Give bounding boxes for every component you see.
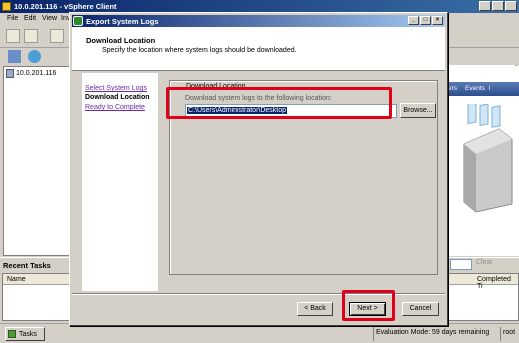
column-name[interactable]: Name: [7, 276, 26, 283]
tree-node-label: 10.0.201.116: [16, 70, 57, 77]
tasks-button[interactable]: Tasks: [5, 327, 45, 341]
wizard-content: Download Location Download system logs t…: [161, 73, 445, 291]
back-button[interactable]: < Back: [297, 302, 333, 316]
host-icon: [6, 69, 14, 78]
host-tab-strip: ers Events l: [448, 82, 519, 96]
vsphere-app-icon: [2, 2, 11, 11]
back-arrow-icon[interactable]: [6, 29, 20, 43]
tab-permissions[interactable]: l: [489, 85, 490, 92]
menu-edit[interactable]: Edit: [24, 15, 36, 22]
dialog-maximize-button[interactable]: □: [420, 16, 431, 25]
step-select-system-logs[interactable]: Select System Logs: [85, 85, 147, 92]
cancel-button[interactable]: Cancel: [402, 302, 439, 316]
step-ready-to-complete[interactable]: Ready to Complete: [85, 104, 145, 111]
server-illustration: [463, 104, 513, 213]
current-user: root: [503, 329, 516, 336]
download-location-group: Download Location Download system logs t…: [169, 80, 438, 275]
close-button[interactable]: [505, 1, 517, 11]
wizard-header: Download Location Specify the location w…: [72, 27, 445, 71]
wizard-step-title: Download Location: [86, 36, 156, 45]
clear-button[interactable]: Clear: [476, 259, 502, 270]
tasks-icon: [8, 330, 16, 338]
next-button[interactable]: Next >: [349, 302, 386, 316]
wizard-steps-nav: Select System Logs Download Location Rea…: [82, 73, 158, 291]
evaluation-status: Evaluation Mode: 59 days remaining: [376, 329, 490, 336]
maximize-button[interactable]: [492, 1, 504, 11]
dialog-minimize-button[interactable]: _: [408, 16, 419, 25]
column-completed-time[interactable]: Completed Ti: [477, 276, 518, 290]
forward-arrow-icon[interactable]: [24, 29, 38, 43]
group-description: Download system logs to the following lo…: [185, 95, 332, 102]
tree-node-host[interactable]: 10.0.201.116: [6, 69, 56, 78]
status-bar: Tasks Evaluation Mode: 59 days remaining…: [0, 323, 519, 343]
add-host-icon[interactable]: [8, 50, 21, 63]
wizard-step-subtitle: Specify the location where system logs s…: [102, 47, 297, 54]
refresh-icon[interactable]: [28, 50, 41, 63]
tab-events[interactable]: Events: [465, 85, 485, 92]
group-label: Download Location: [184, 83, 248, 90]
export-system-logs-dialog: Export System Logs _ □ × Download Locati…: [69, 12, 448, 326]
dialog-close-button[interactable]: ×: [432, 16, 443, 25]
export-logs-icon: [73, 16, 83, 26]
main-window-title: 10.0.201.116 - vSphere Client: [14, 2, 117, 11]
tab-users-groups[interactable]: ers: [448, 85, 457, 92]
recent-tasks-title: Recent Tasks: [3, 261, 51, 270]
step-download-location: Download Location: [85, 94, 150, 101]
inventory-tree: 10.0.201.116: [3, 66, 71, 256]
main-window-controls: [479, 1, 517, 11]
menu-view[interactable]: View: [42, 15, 57, 22]
minimize-button[interactable]: [479, 1, 491, 11]
dialog-window-controls: _ □ ×: [408, 16, 443, 25]
wizard-footer: < Back Next > Cancel: [72, 293, 445, 323]
tasks-filter-input[interactable]: [450, 259, 472, 270]
status-divider: [500, 327, 501, 341]
home-icon[interactable]: [50, 29, 64, 43]
status-divider: [373, 327, 374, 341]
download-path-field[interactable]: C:\Users\Administrator\Desktop: [185, 104, 397, 118]
download-path-value: C:\Users\Administrator\Desktop: [187, 107, 288, 114]
host-summary-pane: ers Events l: [448, 66, 519, 256]
dialog-title: Export System Logs: [86, 17, 159, 26]
browse-button[interactable]: Browse...: [400, 103, 436, 118]
dialog-title-bar: Export System Logs _ □ ×: [72, 15, 445, 27]
tasks-button-label: Tasks: [19, 330, 37, 338]
menu-file[interactable]: File: [7, 15, 18, 22]
